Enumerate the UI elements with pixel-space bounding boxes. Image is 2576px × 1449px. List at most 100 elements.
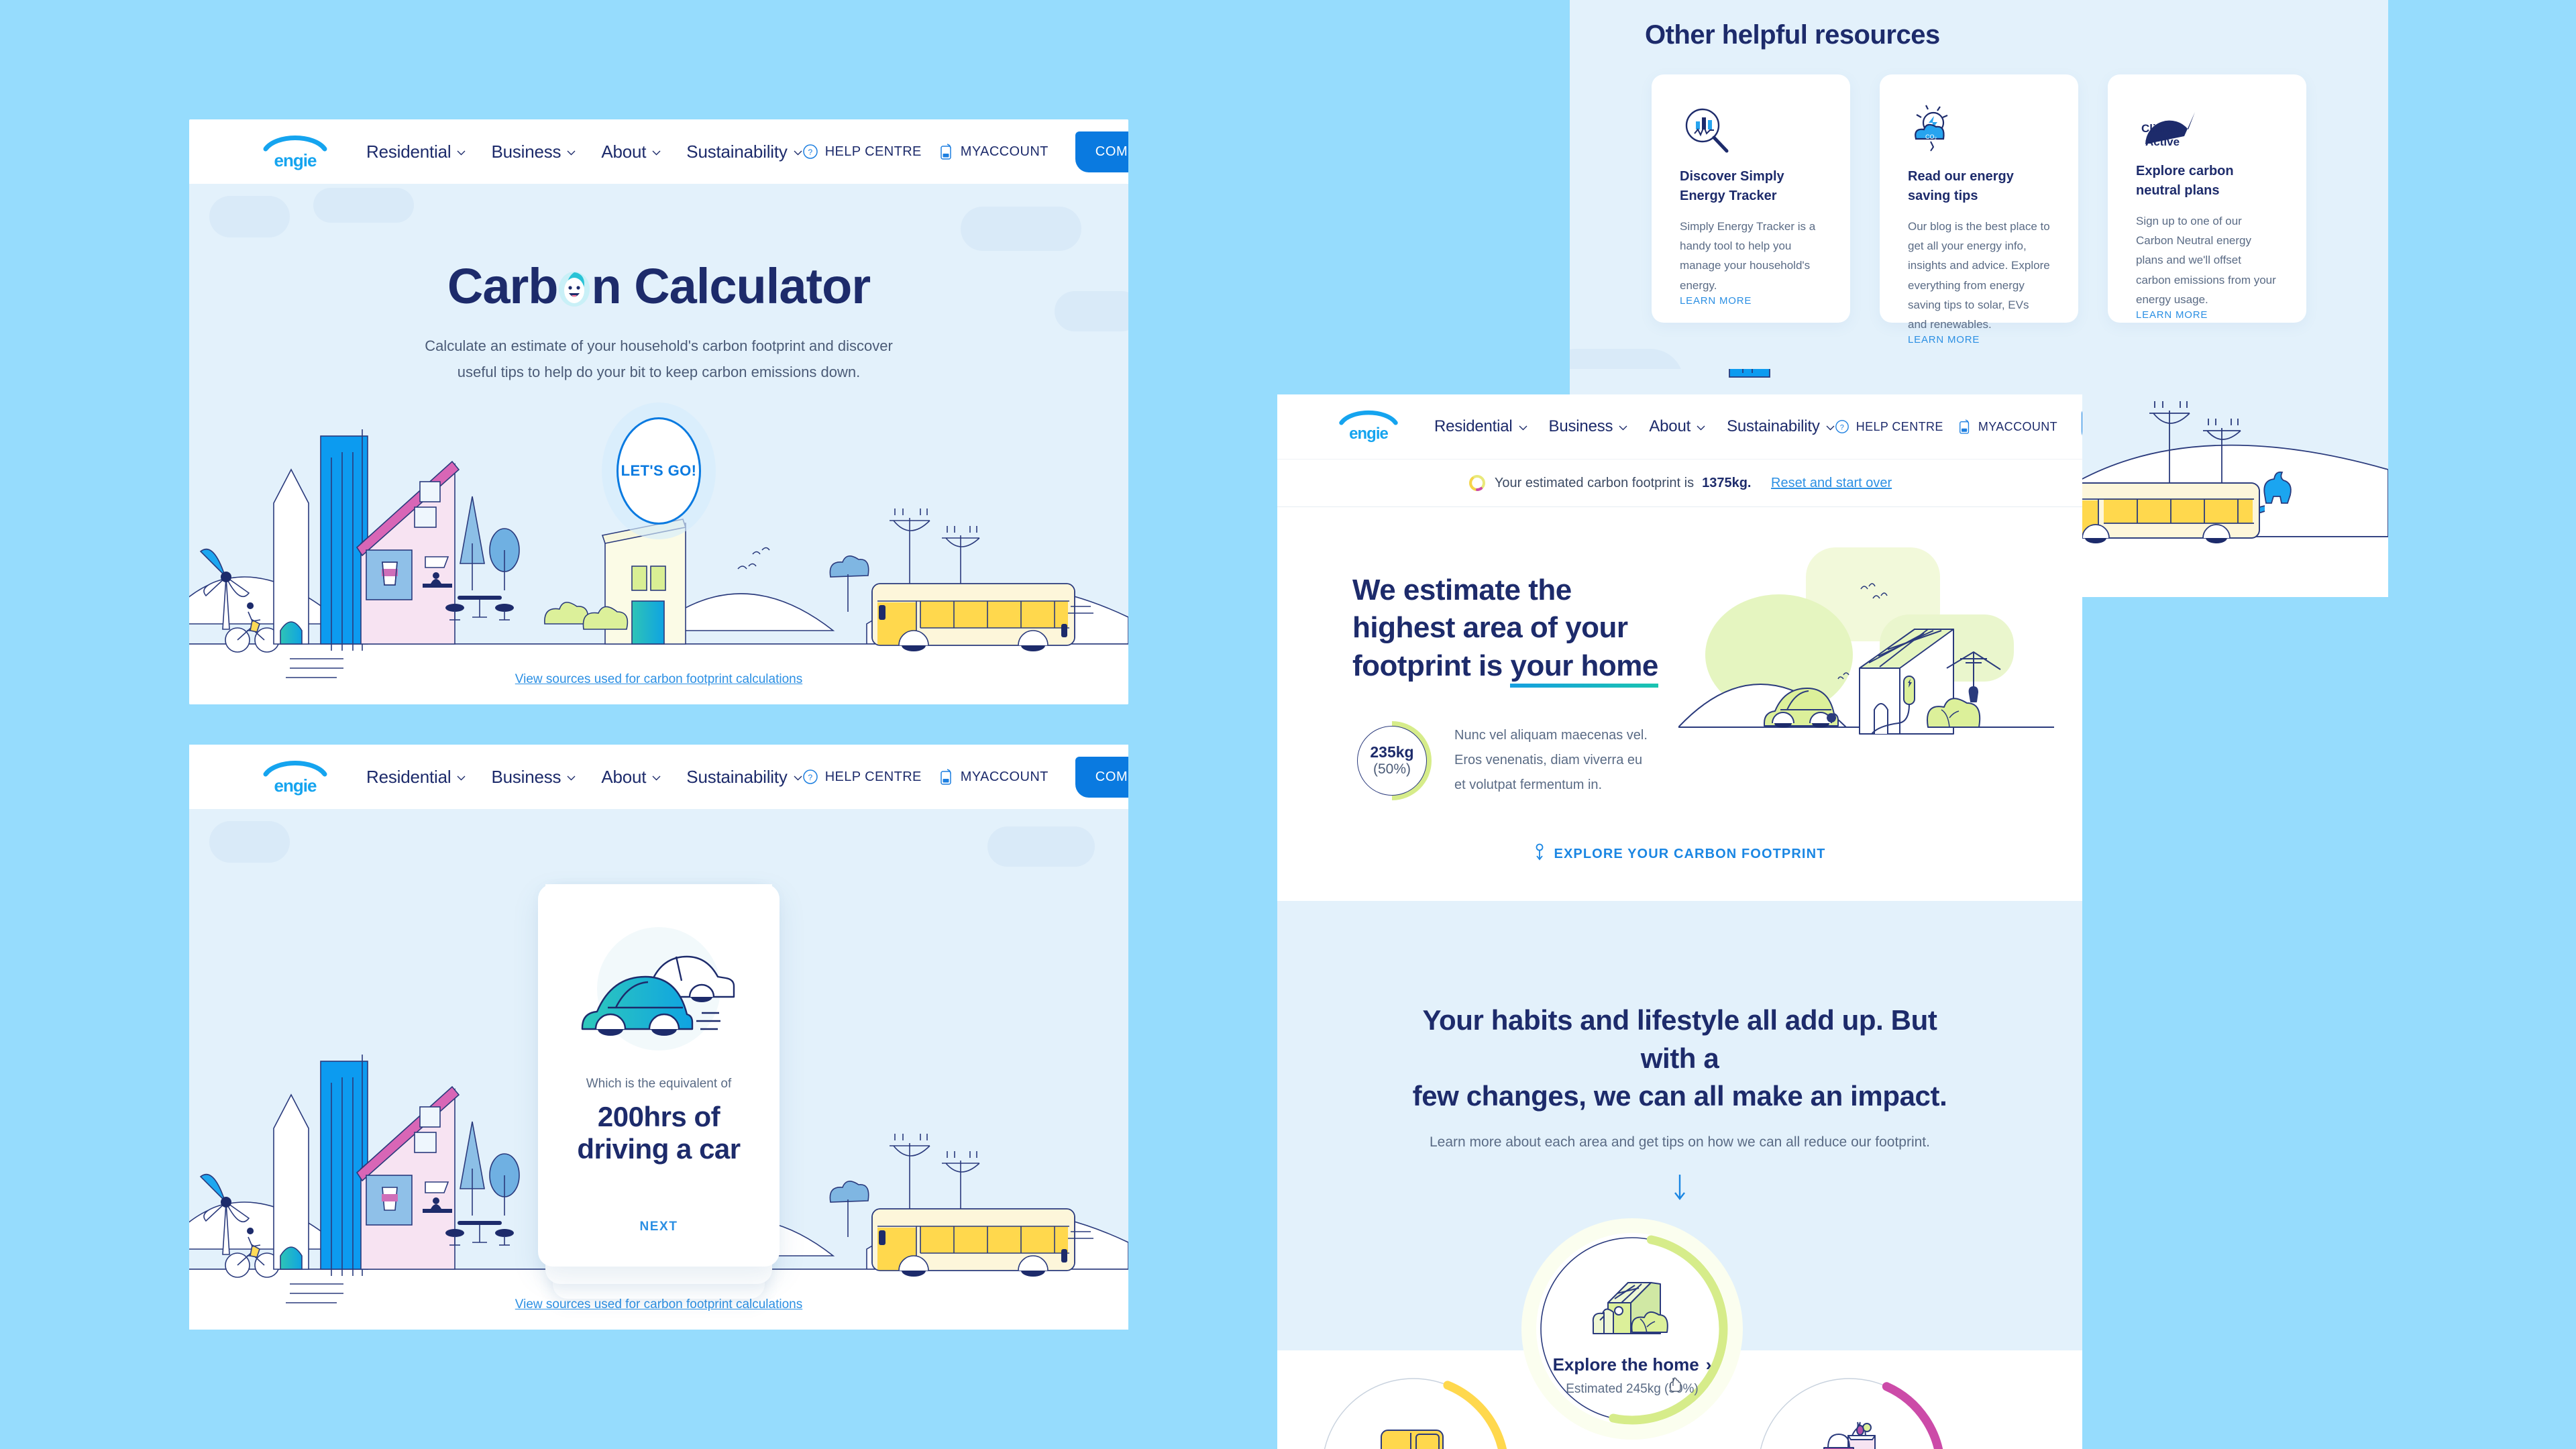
reset-link[interactable]: Reset and start over: [1771, 476, 1892, 491]
myaccount-link[interactable]: MYACCOUNT: [939, 143, 1049, 160]
resource-card-heading: Read our energy saving tips: [1908, 169, 2014, 203]
compare-plans-button[interactable]: COMPARE PLANS: [1075, 131, 1128, 172]
nav-item-sustainability[interactable]: Sustainability: [1727, 417, 1835, 436]
habit-bubble-home[interactable]: Explore the home › Estimated 245kg (50%): [1536, 1233, 1728, 1425]
myaccount-link[interactable]: MYACCOUNT: [939, 768, 1049, 786]
learn-more-link[interactable]: LEARN MORE: [2136, 309, 2278, 321]
myaccount-label: MYACCOUNT: [1978, 419, 2058, 433]
question-card-stack: Which is the equivalent of 200hrs of dri…: [538, 884, 780, 1299]
myaccount-link[interactable]: MYACCOUNT: [1958, 419, 2057, 435]
svg-text:?: ?: [808, 148, 812, 157]
nav-item-label: Business: [491, 141, 561, 162]
chevron-down-icon: [794, 775, 802, 781]
estimate-section: We estimate the highest area of your foo…: [1277, 507, 2082, 800]
estimate-heading-line-3: footprint is: [1352, 649, 1511, 682]
next-button[interactable]: NEXT: [639, 1220, 678, 1234]
chevron-down-icon: [1519, 425, 1527, 431]
mouse-cursor-icon: [1669, 1377, 1684, 1397]
learn-more-link[interactable]: LEARN MORE: [1908, 334, 2050, 345]
headline-line-2: driving a car: [577, 1133, 741, 1165]
nav-item-residential[interactable]: Residential: [366, 142, 466, 162]
house-solar-icon: [1591, 1272, 1674, 1342]
nav-item-label: About: [601, 141, 647, 162]
sources-link[interactable]: View sources used for carbon footprint c…: [189, 672, 1128, 687]
nav-item-residential[interactable]: Residential: [1434, 417, 1527, 436]
hero-subtitle: Calculate an estimate of your household'…: [425, 337, 893, 380]
climate-active-logo: Climate Active: [2136, 104, 2278, 151]
account-phone-icon: [1959, 419, 1969, 434]
nav-item-about[interactable]: About: [601, 142, 661, 162]
hero-body: Carb n Calculator Calculate an estimate …: [189, 184, 1128, 704]
svg-text:Active: Active: [2145, 136, 2180, 148]
estimate-body-text: Nunc vel aliquam maecenas vel. Eros vene…: [1454, 728, 1648, 793]
chevron-down-icon: [457, 150, 466, 156]
habit-bubble-lifestyle[interactable]: $ Explore lifestyle ›: [1754, 1374, 1945, 1449]
nav-item-business[interactable]: Business: [1549, 417, 1628, 436]
habits-section: Your habits and lifestyle all add up. Bu…: [1277, 900, 2082, 1449]
habits-heading-line-2: few changes, we can all make an impact.: [1412, 1080, 1947, 1112]
estimate-heading-line-2: highest area of your: [1352, 611, 1628, 645]
question-circle-icon: ?: [802, 769, 818, 784]
results-panel: engie Residential Business About Sustain…: [1277, 394, 2082, 1449]
nav-item-business[interactable]: Business: [491, 142, 576, 162]
resource-card-body: Sign up to one of our Carbon Neutral ene…: [2136, 215, 2276, 306]
engie-logo[interactable]: engie: [262, 758, 329, 796]
learn-more-link[interactable]: LEARN MORE: [1680, 295, 1822, 307]
habit-label-text: Explore the home: [1552, 1354, 1699, 1375]
decorative-blob: [987, 826, 1095, 867]
engie-logo[interactable]: engie: [1338, 408, 1405, 445]
nav-item-sustainability[interactable]: Sustainability: [686, 142, 802, 162]
nav-item-label: Sustainability: [1727, 417, 1820, 435]
compare-plans-button[interactable]: COMPARE PLANS: [1075, 756, 1128, 798]
donut-percent-value: (50%): [1373, 761, 1411, 777]
explore-footprint-link[interactable]: EXPLORE YOUR CARBON FOOTPRINT: [1277, 800, 2082, 901]
chevron-down-icon: [1619, 425, 1627, 431]
nav-item-label: Residential: [366, 766, 451, 787]
estimate-heading: We estimate the highest area of your foo…: [1352, 572, 1688, 688]
help-centre-link[interactable]: ? HELP CENTRE: [802, 769, 922, 785]
myaccount-label: MYACCOUNT: [960, 144, 1049, 159]
chevron-down-icon: [652, 775, 661, 781]
chevron-down-icon: [567, 775, 576, 781]
equivalent-label: Which is the equivalent of: [586, 1077, 732, 1091]
habits-subtitle: Learn more about each area and get tips …: [1430, 1134, 1930, 1150]
engie-logo[interactable]: engie: [262, 133, 329, 170]
habit-bubble-travel[interactable]: Explore travel ›: [1318, 1374, 1509, 1449]
help-centre-link[interactable]: ? HELP CENTRE: [1835, 419, 1943, 434]
nav-item-label: About: [1649, 417, 1691, 435]
sources-link[interactable]: View sources used for carbon footprint c…: [189, 1297, 1128, 1312]
help-centre-link[interactable]: ? HELP CENTRE: [802, 144, 922, 160]
nav-item-business[interactable]: Business: [491, 767, 576, 788]
loading-ring-icon: [1468, 475, 1485, 491]
lets-go-button[interactable]: LET'S GO!: [616, 417, 701, 525]
notice-prefix: Your estimated carbon footprint is: [1494, 475, 1695, 490]
resource-card[interactable]: CO₂ Read our energy saving tips Our blog…: [1880, 74, 2078, 345]
hero-panel: engie Residential Business About Sustain…: [189, 119, 1128, 704]
nav-item-about[interactable]: About: [601, 767, 661, 788]
nav-item-label: Residential: [366, 141, 451, 162]
navigation-bar: engie Residential Business About Sustain…: [189, 745, 1128, 809]
account-phone-icon: [941, 769, 951, 785]
resource-card[interactable]: Discover Simply Energy Tracker Simply En…: [1652, 74, 1850, 323]
notice-value: 1375kg.: [1702, 475, 1752, 490]
globe-face-icon: [556, 262, 592, 307]
arrow-down-pin-icon: [1534, 843, 1545, 865]
account-phone-icon: [941, 144, 951, 160]
home-ev-illustration: [1678, 547, 2054, 735]
myaccount-label: MYACCOUNT: [960, 769, 1049, 784]
resource-card[interactable]: Climate Active Explore carbon neutral pl…: [2108, 74, 2306, 323]
question-body: Which is the equivalent of 200hrs of dri…: [189, 809, 1128, 1330]
resource-card-heading: Explore carbon neutral plans: [2136, 164, 2234, 198]
page-title-before: Carb: [447, 258, 559, 314]
nav-item-about[interactable]: About: [1649, 417, 1705, 436]
nav-item-residential[interactable]: Residential: [366, 767, 466, 788]
nav-links: Residential Business About Sustainabilit…: [366, 767, 802, 788]
svg-text:engie: engie: [1349, 425, 1388, 443]
chevron-down-icon: [1697, 425, 1705, 431]
magnifier-chart-icon: [1680, 104, 1822, 156]
nav-item-sustainability[interactable]: Sustainability: [686, 767, 802, 788]
car-illustration: [577, 922, 741, 1066]
question-panel: engie Residential Business About Sustain…: [189, 745, 1128, 1330]
yellow-bus-icon: [1366, 1426, 1460, 1449]
nav-links: Residential Business About Sustainabilit…: [366, 142, 802, 162]
